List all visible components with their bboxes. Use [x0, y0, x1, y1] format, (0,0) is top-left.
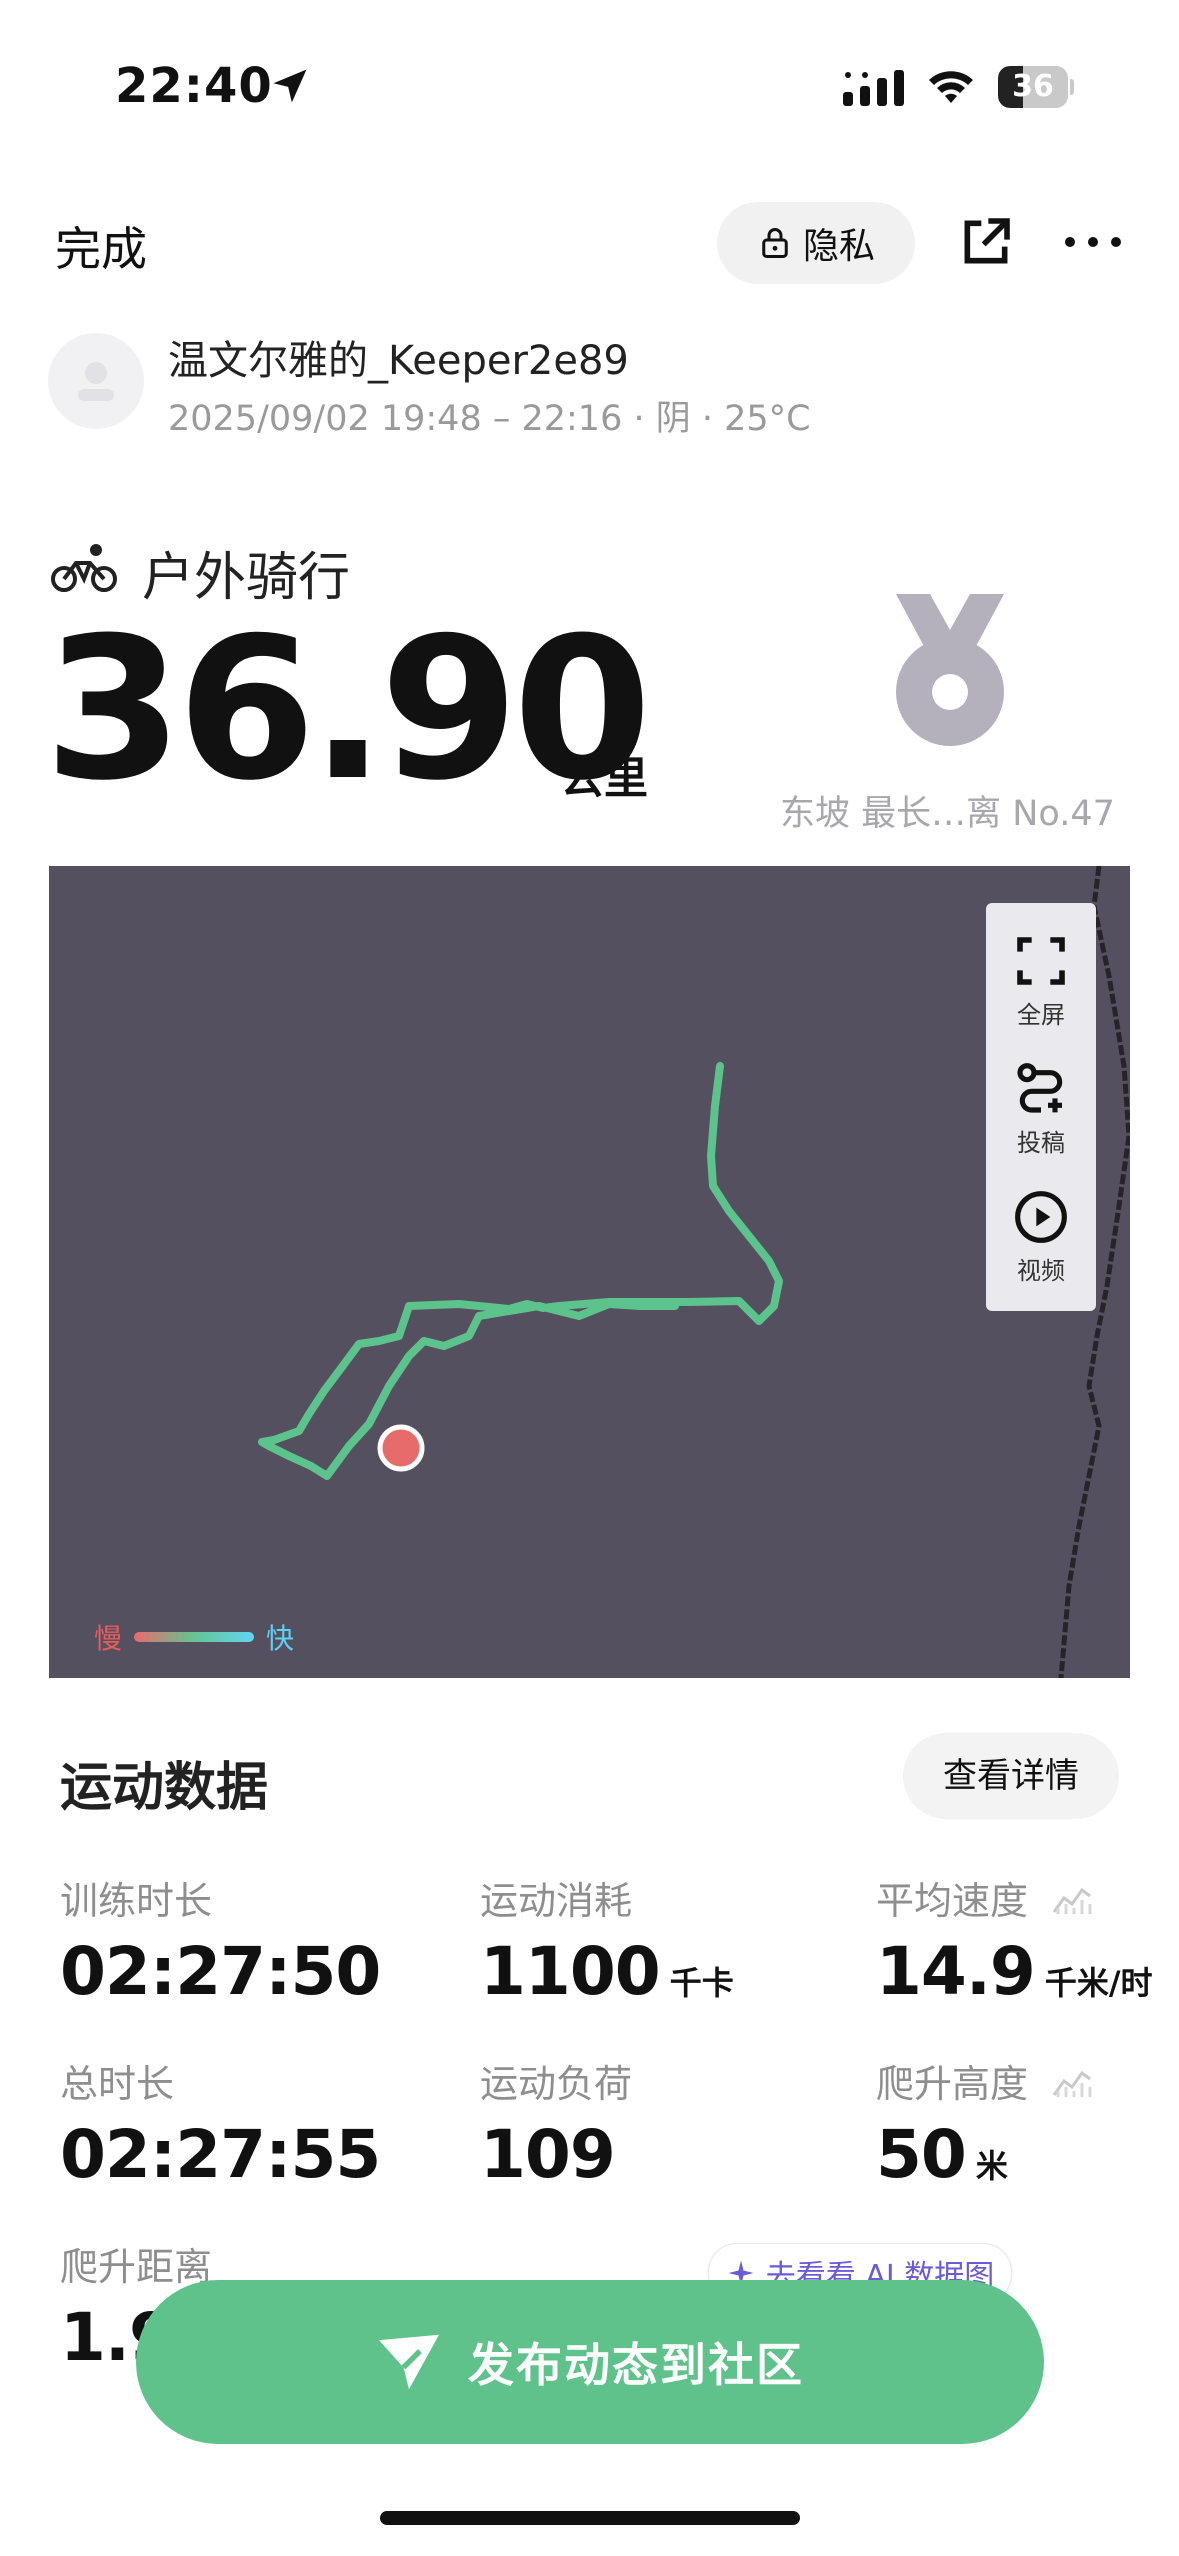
fullscreen-icon — [1017, 937, 1065, 985]
route-map[interactable]: 全屏 投稿 视频 慢 快 — [49, 866, 1130, 1678]
stat-unit: 千卡 — [669, 1964, 734, 2002]
battery-indicator: 36 — [998, 66, 1074, 108]
trend-chart-icon[interactable] — [1052, 1884, 1092, 1916]
stat-value: 50 — [876, 2116, 967, 2193]
stat-training-load: 运动负荷 109 — [480, 2053, 632, 2193]
stat-label: 运动负荷 — [480, 2062, 633, 2106]
route-submit-button[interactable]: 投稿 — [986, 1061, 1096, 1158]
stat-value: 14.9 — [876, 1933, 1036, 2010]
send-icon — [379, 2334, 439, 2390]
done-button[interactable]: 完成 — [55, 213, 147, 279]
video-label: 视频 — [1017, 1257, 1065, 1285]
status-time: 22:40 — [115, 58, 273, 114]
stat-calories: 运动消耗 1100 千卡 — [480, 1870, 734, 2010]
default-avatar-icon — [78, 362, 114, 401]
stats-section-title: 运动数据 — [60, 1758, 269, 1818]
publish-label: 发布动态到社区 — [468, 2338, 804, 2392]
stat-label: 训练时长 — [60, 1879, 213, 1923]
stat-label: 总时长 — [60, 2062, 175, 2106]
route-submit-label: 投稿 — [1017, 1129, 1065, 1157]
stat-value: 02:27:55 — [60, 2116, 381, 2193]
cellular-signal-icon — [843, 70, 904, 106]
legend-fast-label: 快 — [266, 1622, 295, 1655]
avatar[interactable] — [48, 333, 144, 429]
map-toolbar: 全屏 投稿 视频 — [986, 903, 1096, 1311]
stat-value: 02:27:50 — [60, 1933, 381, 2010]
privacy-button[interactable]: 隐私 — [717, 202, 915, 284]
home-indicator[interactable] — [380, 2511, 800, 2525]
fullscreen-button[interactable]: 全屏 — [986, 933, 1096, 1030]
share-icon[interactable] — [958, 214, 1014, 270]
stat-total-duration: 总时长 02:27:55 — [60, 2053, 381, 2193]
stat-unit: 千米/时 — [1044, 1964, 1153, 2002]
publish-to-community-button[interactable]: 发布动态到社区 — [136, 2280, 1044, 2444]
speed-legend: 慢 快 — [94, 1617, 294, 1657]
location-arrow-icon — [273, 69, 307, 103]
stat-label: 平均速度 — [876, 1879, 1029, 1923]
legend-slow-label: 慢 — [94, 1622, 123, 1655]
stat-value: 1100 — [480, 1933, 661, 2010]
more-options-icon[interactable] — [1062, 222, 1124, 262]
stat-avg-speed[interactable]: 平均速度 14.9 千米/时 — [876, 1870, 1153, 2010]
play-video-icon — [1015, 1191, 1067, 1243]
start-marker — [377, 1424, 425, 1472]
distance-unit: 公里 — [560, 753, 648, 804]
medal-icon[interactable] — [890, 590, 1010, 750]
stat-unit: 米 — [975, 2147, 1008, 2185]
view-details-button[interactable]: 查看详情 — [903, 1733, 1119, 1819]
lock-icon — [762, 228, 788, 258]
wifi-icon — [929, 71, 973, 103]
distance-value: 36.90 — [44, 596, 652, 824]
activity-meta: 2025/09/02 19:48 – 22:16 · 阴 · 25°C — [168, 399, 811, 439]
route-path — [258, 1062, 783, 1480]
stat-label: 爬升高度 — [876, 2062, 1029, 2106]
stat-label: 爬升距离 — [60, 2245, 213, 2289]
privacy-label: 隐私 — [802, 226, 875, 267]
stat-value: 109 — [480, 2116, 616, 2193]
route-submit-icon — [1017, 1063, 1063, 1113]
cycling-icon — [51, 544, 117, 592]
route-map-canvas — [258, 866, 1130, 1678]
trend-chart-icon[interactable] — [1052, 2067, 1092, 2099]
stat-training-duration: 训练时长 02:27:50 — [60, 1870, 381, 2010]
battery-level-text: 36 — [1012, 69, 1054, 104]
stat-label: 运动消耗 — [480, 1879, 633, 1923]
legend-gradient-bar — [134, 1632, 255, 1642]
video-button[interactable]: 视频 — [986, 1189, 1096, 1286]
username[interactable]: 温文尔雅的_Keeper2e89 — [168, 328, 629, 386]
medal-caption[interactable]: 东坡 最长…离 No.47 — [780, 785, 1115, 836]
stat-elevation-gain[interactable]: 爬升高度 50 米 — [876, 2053, 1092, 2193]
fullscreen-label: 全屏 — [1017, 1001, 1065, 1029]
